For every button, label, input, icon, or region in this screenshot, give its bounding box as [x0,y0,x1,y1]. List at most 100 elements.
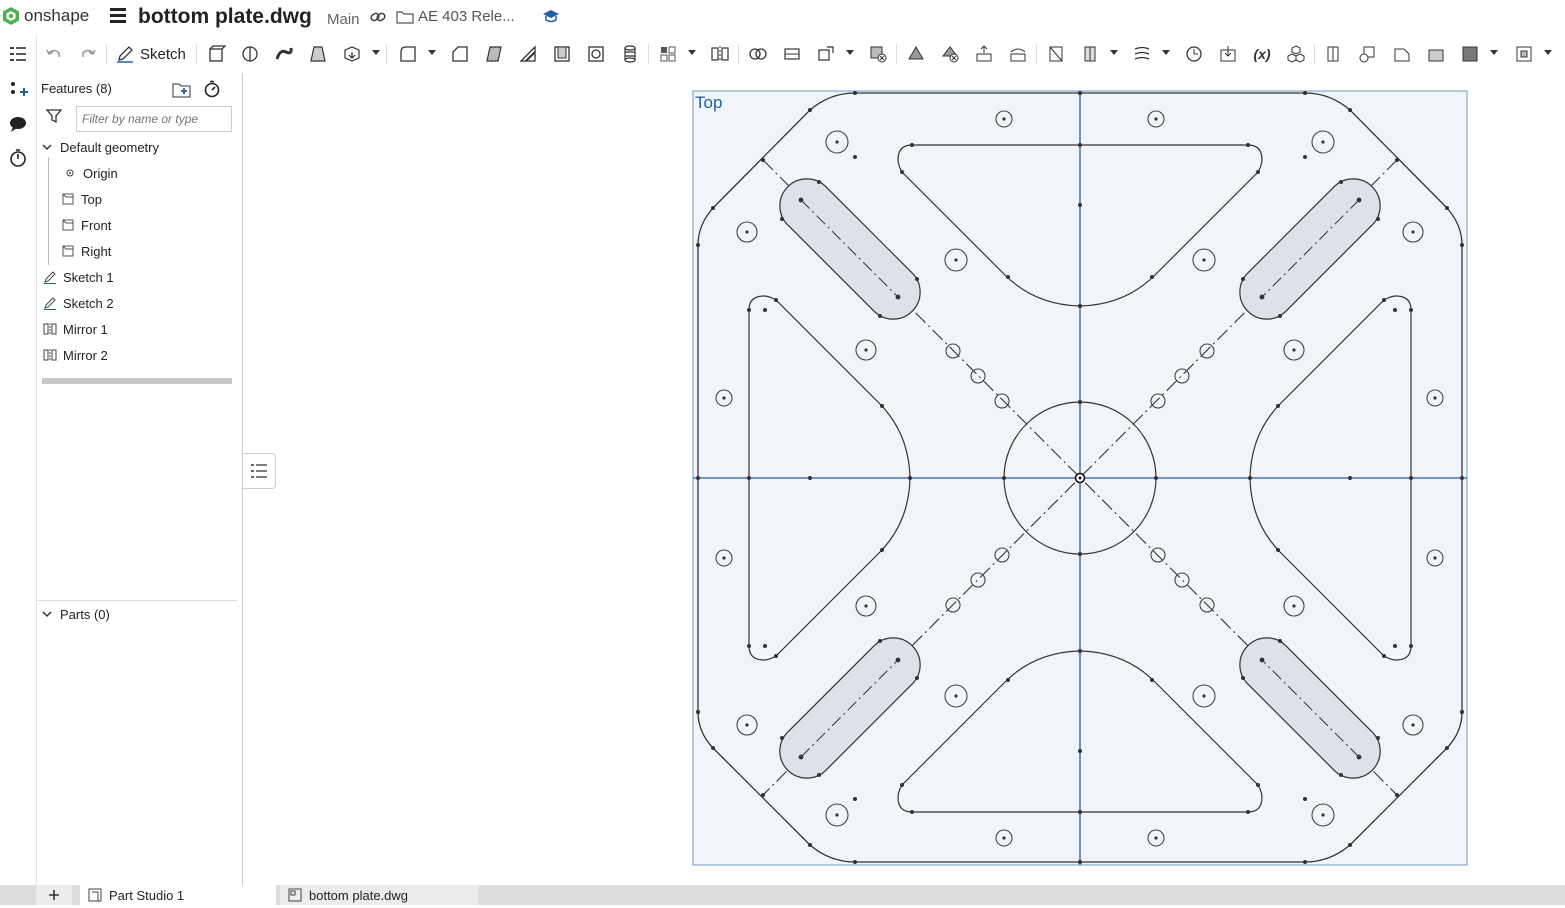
history-toggle[interactable] [6,146,30,170]
graphics-viewport[interactable]: Top [243,73,1565,885]
feature-item-mirror-1[interactable]: Mirror 1 [43,319,108,339]
feature-item-sketch-2[interactable]: Sketch 2 [43,293,114,313]
feature-list-toggle[interactable] [6,42,30,66]
folder-icon[interactable] [396,10,414,24]
add-tab-button[interactable] [36,885,72,905]
sheet-metal-button[interactable] [1322,42,1346,66]
chevron-down-icon[interactable] [1110,50,1118,55]
hole-button[interactable] [584,42,608,66]
rib-icon [519,45,536,62]
rib-button[interactable] [516,42,540,66]
corner-button[interactable] [1458,42,1482,66]
main-toolbar: Sketch (x) [0,36,1565,72]
feature-item-label: Front [81,217,112,233]
delete-face-button[interactable] [938,42,962,66]
chevron-down-icon[interactable] [372,50,380,55]
folder-label[interactable]: AE 403 Rele... [418,8,515,25]
chevron-down-icon[interactable] [1544,50,1552,55]
onshape-logo[interactable]: onshape [2,6,89,26]
add-folder-icon[interactable] [172,81,192,99]
variable-button[interactable]: (x) [1250,42,1274,66]
feature-item-mirror-2[interactable]: Mirror 2 [43,345,108,365]
split-button[interactable] [780,42,804,66]
delete-part-icon [870,46,887,63]
variable-icon: (x) [1253,46,1271,62]
feature-filter-input[interactable] [76,106,232,132]
thread-button[interactable] [618,42,642,66]
bend-icon [1428,49,1444,62]
document-title[interactable]: bottom plate.dwg [138,5,312,29]
sketch-button[interactable]: Sketch [116,42,186,66]
mirror-button[interactable] [708,42,732,66]
draft-button[interactable] [482,42,506,66]
revolve-button[interactable] [238,42,262,66]
mirror-icon [43,322,57,336]
tab-part-studio-1[interactable]: Part Studio 1 [80,885,276,905]
thicken-button[interactable] [340,42,364,66]
mate-connector-icon [1084,46,1096,62]
chevron-down-icon[interactable] [1162,50,1170,55]
feature-item-top[interactable]: Top [61,189,102,209]
hole-icon [588,46,604,62]
link-icon[interactable] [370,10,386,24]
sweep-button[interactable] [272,42,296,66]
replace-face-button[interactable] [1006,42,1030,66]
sketch-canvas[interactable]: Top [243,73,1565,885]
comments-toggle[interactable] [6,112,30,136]
filter-icon[interactable] [45,107,63,125]
delete-part-button[interactable] [866,42,890,66]
features-count: Features (8) [41,81,112,96]
shell-button[interactable] [550,42,574,66]
undo-icon [46,49,60,57]
default-geometry-group[interactable]: Default geometry [41,137,159,157]
parts-divider[interactable] [37,600,237,601]
measure-button[interactable] [1182,42,1206,66]
modify-fillet-button[interactable] [904,42,928,66]
boolean-button[interactable] [746,42,770,66]
plane-button[interactable] [1044,42,1068,66]
feature-item-sketch-1[interactable]: Sketch 1 [43,267,114,287]
chamfer-button[interactable] [448,42,472,66]
mate-connector-button[interactable] [1078,42,1102,66]
plane-icon [1049,46,1063,62]
fillet-icon [400,46,416,62]
chevron-down-icon[interactable] [846,50,854,55]
loft-button[interactable] [306,42,330,66]
redo-button[interactable] [76,42,100,66]
fillet-button[interactable] [396,42,420,66]
undo-button[interactable] [42,42,66,66]
chevron-down-icon[interactable] [1490,50,1498,55]
parts-group[interactable]: Parts (0) [41,604,110,624]
branch-label[interactable]: Main [327,11,360,28]
feature-item-label: Sketch 1 [63,269,114,285]
tab-button[interactable] [1390,42,1414,66]
tab-bottom-plate-dwg[interactable]: bottom plate.dwg [280,885,478,905]
menu-icon[interactable] [110,8,126,24]
rollback-bar[interactable] [42,378,232,384]
bend-button[interactable] [1424,42,1448,66]
feature-item-origin[interactable]: Origin [63,163,118,183]
feature-item-label: Mirror 1 [63,321,108,337]
part-studio-icon [88,888,102,902]
feature-item-label: Mirror 2 [63,347,108,363]
feature-item-right[interactable]: Right [61,241,111,261]
extrude-button[interactable] [204,42,228,66]
import-button[interactable] [1216,42,1240,66]
instances-toggle[interactable] [6,78,30,102]
curve-button[interactable] [1130,42,1154,66]
rollback-stopwatch-icon[interactable] [203,80,221,98]
move-face-button[interactable] [972,42,996,66]
education-icon[interactable] [542,8,560,24]
transform-button[interactable] [814,42,838,66]
chevron-down-icon[interactable] [428,50,436,55]
modify-icon [908,46,924,60]
configure-button[interactable] [1284,42,1308,66]
chevron-down-icon[interactable] [688,50,696,55]
panel-collapse-handle[interactable] [243,453,276,489]
feature-item-front[interactable]: Front [61,215,111,235]
chamfer-icon [452,46,468,62]
shell-icon [554,46,570,62]
flange-button[interactable] [1356,42,1380,66]
frame-button[interactable] [1512,42,1536,66]
linear-pattern-button[interactable] [656,42,680,66]
